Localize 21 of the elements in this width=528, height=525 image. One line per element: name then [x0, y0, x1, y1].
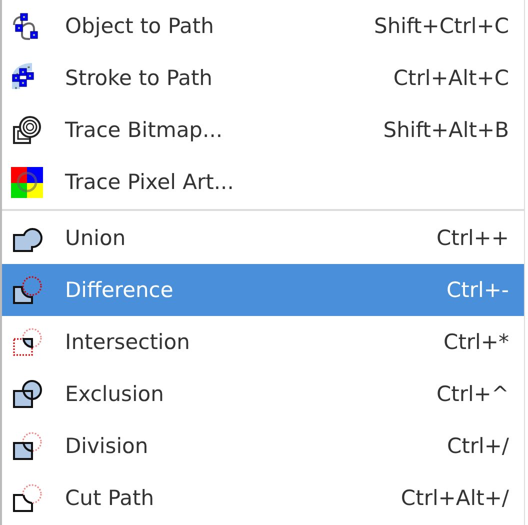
exclusion-icon — [10, 377, 44, 411]
menu-item[interactable]: Cut Path Ctrl+Alt+/ — [2, 472, 524, 524]
menu-item[interactable]: Intersection Ctrl+* — [2, 316, 524, 368]
menu-item[interactable]: Stroke to Path Ctrl+Alt+C — [2, 52, 524, 104]
menu-item[interactable]: Union Ctrl++ — [2, 212, 524, 264]
shortcut-label: Shift+Ctrl+C — [374, 14, 509, 38]
shortcut-label: Ctrl+Alt+C — [393, 66, 509, 90]
shortcut-label: Ctrl+/ — [446, 434, 509, 458]
menu-item[interactable]: Trace Pixel Art... — [2, 156, 524, 208]
trace-bitmap-icon — [10, 113, 44, 147]
menu-item[interactable]: Exclusion Ctrl+^ — [2, 368, 524, 420]
shortcut-label: Ctrl+^ — [436, 382, 509, 406]
shortcut-label: Ctrl++ — [436, 226, 509, 250]
shortcut-label: Ctrl+- — [446, 278, 509, 302]
menu-item[interactable]: Object to Path Shift+Ctrl+C — [2, 0, 524, 52]
shortcut-label: Ctrl+Alt+/ — [400, 486, 509, 510]
color-quadrants-icon — [10, 165, 44, 199]
menu-item[interactable]: Trace Bitmap... Shift+Alt+B — [2, 104, 524, 156]
menu-item[interactable]: Division Ctrl+/ — [2, 420, 524, 472]
shortcut-label: Shift+Alt+B — [383, 118, 509, 142]
shortcut-label: Ctrl+* — [444, 330, 509, 354]
